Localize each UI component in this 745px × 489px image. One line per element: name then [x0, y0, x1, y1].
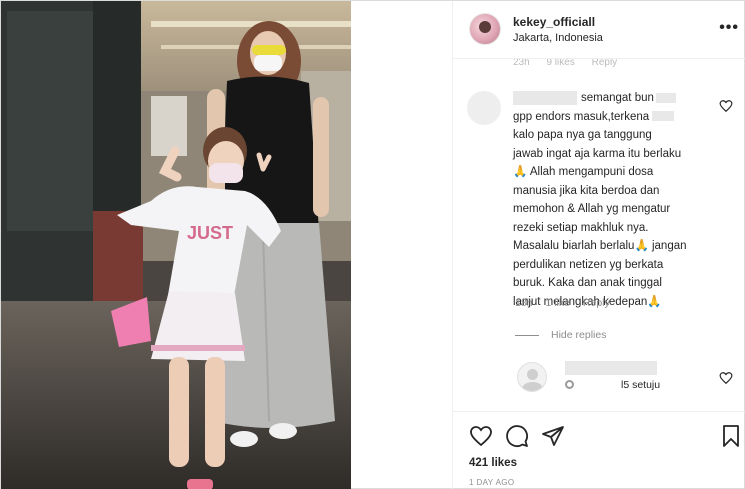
- hide-replies-line: [515, 334, 539, 336]
- comment-time: 18h: [515, 297, 533, 309]
- comment-line: 🙏 Allah mengampuni dosa: [513, 166, 654, 178]
- author-username[interactable]: kekey_officiall: [513, 15, 595, 29]
- previous-comment-meta: 23h 9 likes Reply: [513, 59, 631, 68]
- redacted-text: [652, 111, 675, 122]
- comments-section[interactable]: 23h 9 likes Reply semangat bun gpp endor…: [453, 59, 745, 411]
- comment-like-heart-icon[interactable]: [719, 99, 733, 113]
- redacted-text: [655, 92, 676, 103]
- post-timestamp[interactable]: 1 DAY AGO: [469, 478, 515, 487]
- redacted-username: [513, 90, 577, 105]
- instagram-post: JUST kekey_officiall Jakarta, Indonesia …: [0, 0, 745, 489]
- comment-likes[interactable]: 9 likes: [546, 59, 574, 68]
- comment-line: jawab ingat aja karma itu berlaku: [513, 147, 682, 160]
- comment-line: buruk. Kaka dan anak tinggal: [513, 277, 662, 289]
- hide-replies-label: Hide replies: [551, 329, 607, 341]
- reply-link[interactable]: Reply: [592, 59, 618, 68]
- post-location[interactable]: Jakarta, Indonesia: [513, 32, 603, 44]
- bookmark-icon[interactable]: [719, 424, 743, 448]
- comment-line: manusia jika kita berdoa dan: [513, 184, 660, 197]
- hide-replies-button[interactable]: Hide replies: [515, 329, 606, 341]
- comment-time: 23h: [513, 59, 530, 68]
- post-header: kekey_officiall Jakarta, Indonesia •••: [453, 1, 745, 59]
- ellipsis-icon[interactable]: •••: [719, 19, 739, 37]
- comment-line: perdulikan netizen yg berkata: [513, 258, 664, 271]
- heart-icon[interactable]: [469, 424, 493, 448]
- comment-line: kalo papa nya ga tanggung: [513, 129, 652, 141]
- post-photo[interactable]: JUST: [1, 1, 351, 489]
- post-actions: 421 likes 1 DAY AGO: [453, 411, 745, 489]
- comment-line: memohon & Allah yg mengatur: [513, 203, 671, 215]
- comment-line: Masalalu biarlah berlalu🙏 jangan: [513, 240, 687, 252]
- comment-text: semangat bun gpp endors masuk,terkena ka…: [513, 89, 709, 311]
- share-icon[interactable]: [541, 424, 565, 448]
- reply-avatar[interactable]: [517, 362, 547, 392]
- svg-text:JUST: JUST: [187, 223, 233, 243]
- reply-text: l5 setuju: [621, 379, 661, 391]
- circle-icon: [565, 380, 574, 389]
- post-side-panel: kekey_officiall Jakarta, Indonesia ••• 2…: [452, 1, 745, 489]
- comment-line: semangat bun: [581, 92, 654, 104]
- reply-like-heart-icon[interactable]: [719, 371, 733, 385]
- comment-likes[interactable]: 1 like: [545, 297, 570, 309]
- reply-link[interactable]: Reply: [583, 297, 610, 309]
- commenter-avatar[interactable]: [467, 91, 501, 125]
- comment-meta: 18h 1 like Reply: [515, 297, 620, 309]
- photo-illustration: JUST: [1, 1, 351, 489]
- author-avatar[interactable]: [469, 13, 501, 45]
- likes-count[interactable]: 421 likes: [469, 457, 517, 469]
- comment-line: gpp endors masuk,terkena: [513, 110, 650, 123]
- comment-icon[interactable]: [505, 424, 529, 448]
- comment-line: rezeki setiap makhluk nya.: [513, 221, 649, 234]
- redacted-reply-username: [565, 361, 657, 375]
